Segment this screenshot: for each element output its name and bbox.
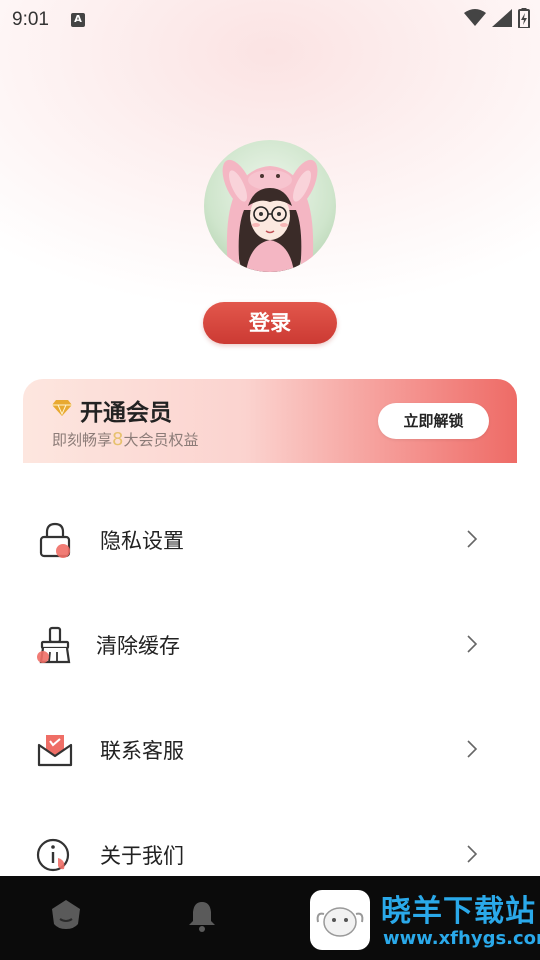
watermark-logo xyxy=(310,890,370,950)
unlock-button[interactable]: 立即解锁 xyxy=(378,403,489,439)
chevron-right-icon xyxy=(467,530,478,548)
vip-subtitle: 即刻畅享8大会员权益 xyxy=(52,429,198,450)
info-icon xyxy=(36,838,70,872)
menu-item-label: 清除缓存 xyxy=(96,634,180,658)
avatar[interactable] xyxy=(204,140,336,272)
signal-icon xyxy=(492,9,512,27)
girl-with-bunny-hood-avatar xyxy=(222,159,318,272)
sheep-icon xyxy=(316,907,364,937)
home-icon[interactable] xyxy=(50,898,82,930)
chevron-right-icon xyxy=(467,740,478,758)
diamond-icon xyxy=(52,400,72,416)
vip-subtitle-prefix: 即刻畅享 xyxy=(52,431,113,449)
watermark-brand: 晓羊下载站 xyxy=(381,894,536,929)
watermark-url: www.xfhygs.com xyxy=(383,928,540,949)
status-bar: 9:01 A xyxy=(0,0,540,40)
chevron-right-icon xyxy=(467,635,478,653)
chevron-right-icon xyxy=(467,845,478,863)
battery-icon xyxy=(518,8,530,28)
bottom-nav: 晓羊下载站 www.xfhygs.com xyxy=(0,876,540,960)
lock-icon xyxy=(39,522,71,558)
vip-card[interactable]: 开通会员 即刻畅享8大会员权益 立即解锁 xyxy=(23,379,517,463)
vip-benefit-count: 8 xyxy=(112,429,124,450)
menu-item-label: 关于我们 xyxy=(100,844,184,868)
status-icons xyxy=(464,8,530,28)
vip-title: 开通会员 xyxy=(80,400,172,426)
broom-icon xyxy=(37,626,71,664)
bell-icon[interactable] xyxy=(188,900,216,932)
menu-item-privacy[interactable]: 隐私设置 xyxy=(0,505,540,575)
menu-item-clear-cache[interactable]: 清除缓存 xyxy=(0,610,540,680)
envelope-icon xyxy=(37,735,73,767)
menu-item-label: 隐私设置 xyxy=(100,529,184,553)
wifi-icon xyxy=(464,9,486,26)
menu-item-contact-support[interactable]: 联系客服 xyxy=(0,715,540,785)
menu-item-label: 联系客服 xyxy=(100,739,184,763)
login-button[interactable]: 登录 xyxy=(203,302,337,344)
vip-subtitle-suffix: 大会员权益 xyxy=(123,431,199,449)
a-box-icon: A xyxy=(70,13,85,27)
status-time: 9:01 xyxy=(12,9,49,30)
